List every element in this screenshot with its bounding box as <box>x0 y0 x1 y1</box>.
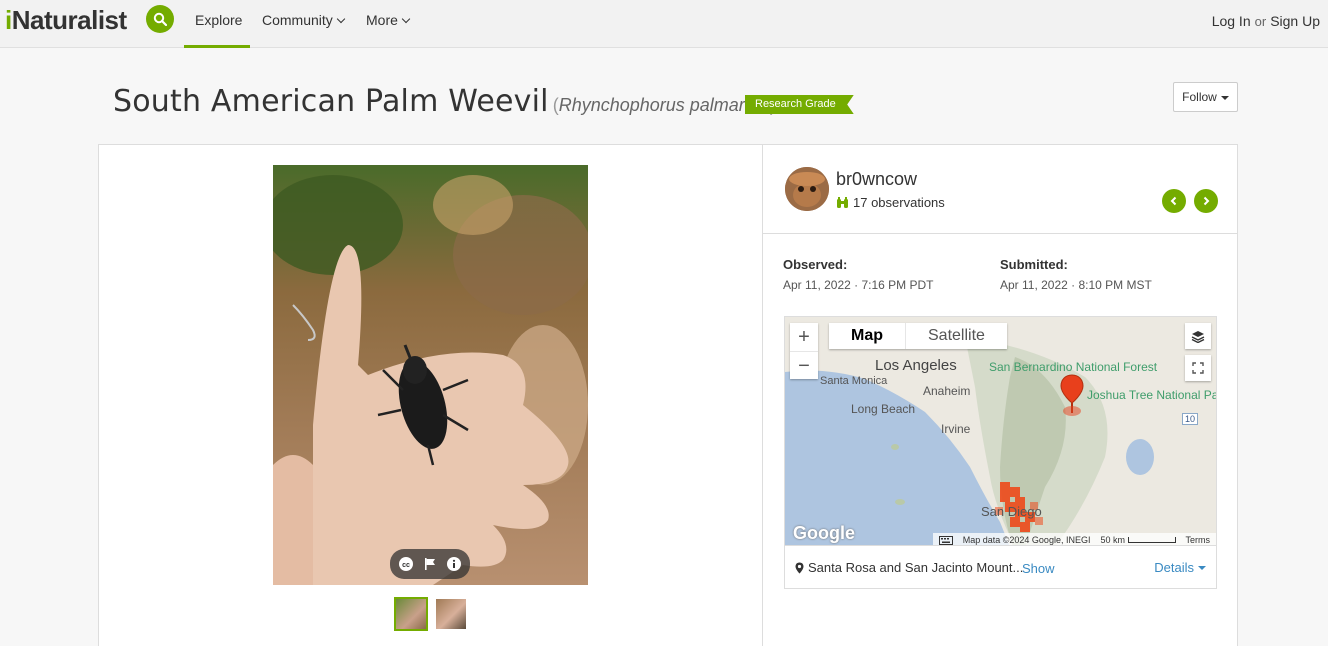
map-attribution: Map data ©2024 Google, INEGI <box>962 535 1091 545</box>
chevron-down-icon <box>336 14 346 24</box>
weevil-photo-image <box>273 165 588 585</box>
svg-text:cc: cc <box>402 562 410 569</box>
map-label-irvine: Irvine <box>941 422 971 436</box>
observation-map[interactable]: + − Map Satellite Los Angeles Santa Moni… <box>784 316 1217 546</box>
photo-controls: cc <box>390 549 470 579</box>
observation-title: South American Palm Weevil (Rhynchophorus… <box>113 84 776 119</box>
zoom-in-button[interactable]: + <box>790 323 818 351</box>
nav-community-label: Community <box>262 12 333 28</box>
scale-bar <box>1127 537 1176 543</box>
nav-active-indicator <box>184 45 250 48</box>
map-type-map[interactable]: Map <box>829 323 905 349</box>
fullscreen-icon <box>1192 362 1204 374</box>
observer-username[interactable]: br0wncow <box>836 169 917 190</box>
observation-marker-icon[interactable] <box>1059 373 1085 424</box>
common-name[interactable]: South American Palm Weevil <box>113 84 549 119</box>
map-label-long-beach: Long Beach <box>851 402 916 416</box>
show-place-link[interactable]: Show <box>1022 561 1055 576</box>
fullscreen-button[interactable] <box>1185 355 1211 381</box>
logo-prefix: i <box>5 5 12 35</box>
map-terms-link[interactable]: Terms <box>1186 535 1211 545</box>
layers-icon <box>1191 331 1205 343</box>
keyboard-icon[interactable] <box>938 535 953 545</box>
chevron-right-icon <box>1203 196 1210 206</box>
place-row: Santa Rosa and San Jacinto Mount... Show… <box>784 546 1217 589</box>
observer-row: br0wncow 17 observations <box>763 145 1237 234</box>
caret-down-icon <box>1198 566 1206 570</box>
top-navigation-bar: iNaturalist Explore Community More Log I… <box>0 0 1328 48</box>
follow-label: Follow <box>1182 90 1217 104</box>
chevron-left-icon <box>1170 196 1177 206</box>
caret-down-icon <box>1220 96 1229 100</box>
map-type-toggle: Map Satellite <box>829 323 1007 349</box>
search-button[interactable] <box>146 5 174 33</box>
map-label-anaheim: Anaheim <box>923 384 971 398</box>
nav-explore[interactable]: Explore <box>195 12 242 28</box>
place-name-text: Santa Rosa and San Jacinto Mount... <box>808 560 1024 575</box>
info-icon[interactable] <box>445 555 463 573</box>
search-icon <box>153 12 167 26</box>
next-observation-button[interactable] <box>1194 189 1218 213</box>
avatar[interactable] <box>785 167 829 211</box>
observed-value: Apr 11, 2022 · 7:16 PM PDT <box>783 278 934 292</box>
signup-link[interactable]: Sign Up <box>1270 13 1320 29</box>
place-name: Santa Rosa and San Jacinto Mount... <box>795 560 1023 575</box>
map-type-satellite[interactable]: Satellite <box>905 323 1007 349</box>
submitted-label: Submitted: <box>1000 257 1068 272</box>
observed-label: Observed: <box>783 257 848 272</box>
scientific-name[interactable]: (Rhynchophorus palmarum) <box>553 95 776 115</box>
photo-thumbnails <box>394 597 468 631</box>
nav-more-label: More <box>366 12 398 28</box>
chevron-down-icon <box>401 14 411 24</box>
logo-text: Naturalist <box>11 5 127 35</box>
zoom-out-button[interactable]: − <box>790 351 818 379</box>
photo-panel: cc <box>98 144 763 646</box>
inaturalist-logo[interactable]: iNaturalist <box>5 5 127 36</box>
route-10-shield: 10 <box>1182 413 1199 425</box>
observation-photo[interactable]: cc <box>273 165 588 585</box>
zoom-controls: + − <box>790 323 818 379</box>
google-logo: Google <box>793 523 855 543</box>
follow-button[interactable]: Follow <box>1173 82 1238 112</box>
map-scale-label: 50 km <box>1100 535 1125 545</box>
observed-date: Observed: Apr 11, 2022 · 7:16 PM PDT <box>783 257 934 292</box>
previous-observation-button[interactable] <box>1162 189 1186 213</box>
observation-count[interactable]: 17 observations <box>836 195 945 210</box>
submitted-date: Submitted: Apr 11, 2022 · 8:10 PM MST <box>1000 257 1152 292</box>
map-label-santa-monica: Santa Monica <box>820 375 888 387</box>
map-label-los-angeles: Los Angeles <box>875 357 957 374</box>
map-attribution-bar: Map data ©2024 Google, INEGI 50 km Terms <box>932 533 1216 545</box>
map-pin-icon <box>795 562 804 573</box>
observation-count-text: 17 observations <box>853 195 945 210</box>
auth-links: Log In or Sign Up <box>1212 13 1320 29</box>
submitted-value: Apr 11, 2022 · 8:10 PM MST <box>1000 278 1152 292</box>
login-link[interactable]: Log In <box>1212 13 1251 29</box>
map-scale: 50 km <box>1100 535 1176 545</box>
map-label-joshua-tree: Joshua Tree National Park <box>1087 388 1217 402</box>
scientific-name-text: Rhynchophorus palmarum <box>558 95 770 115</box>
details-dropdown[interactable]: Details <box>1154 560 1206 575</box>
binoculars-icon <box>837 197 848 208</box>
flag-icon[interactable] <box>421 555 439 573</box>
details-label: Details <box>1154 560 1194 575</box>
observation-details-panel: br0wncow 17 observations Observed: Apr 1… <box>762 144 1238 646</box>
map-label-san-diego: San Diego <box>981 504 1042 519</box>
quality-grade-badge: Research Grade <box>745 95 854 114</box>
license-cc-icon[interactable]: cc <box>397 555 415 573</box>
or-text: or <box>1254 14 1267 29</box>
layers-button[interactable] <box>1185 323 1211 349</box>
nav-more[interactable]: More <box>366 12 411 28</box>
photo-thumbnail[interactable] <box>394 597 428 631</box>
photo-thumbnail[interactable] <box>434 597 468 631</box>
nav-community[interactable]: Community <box>262 12 346 28</box>
